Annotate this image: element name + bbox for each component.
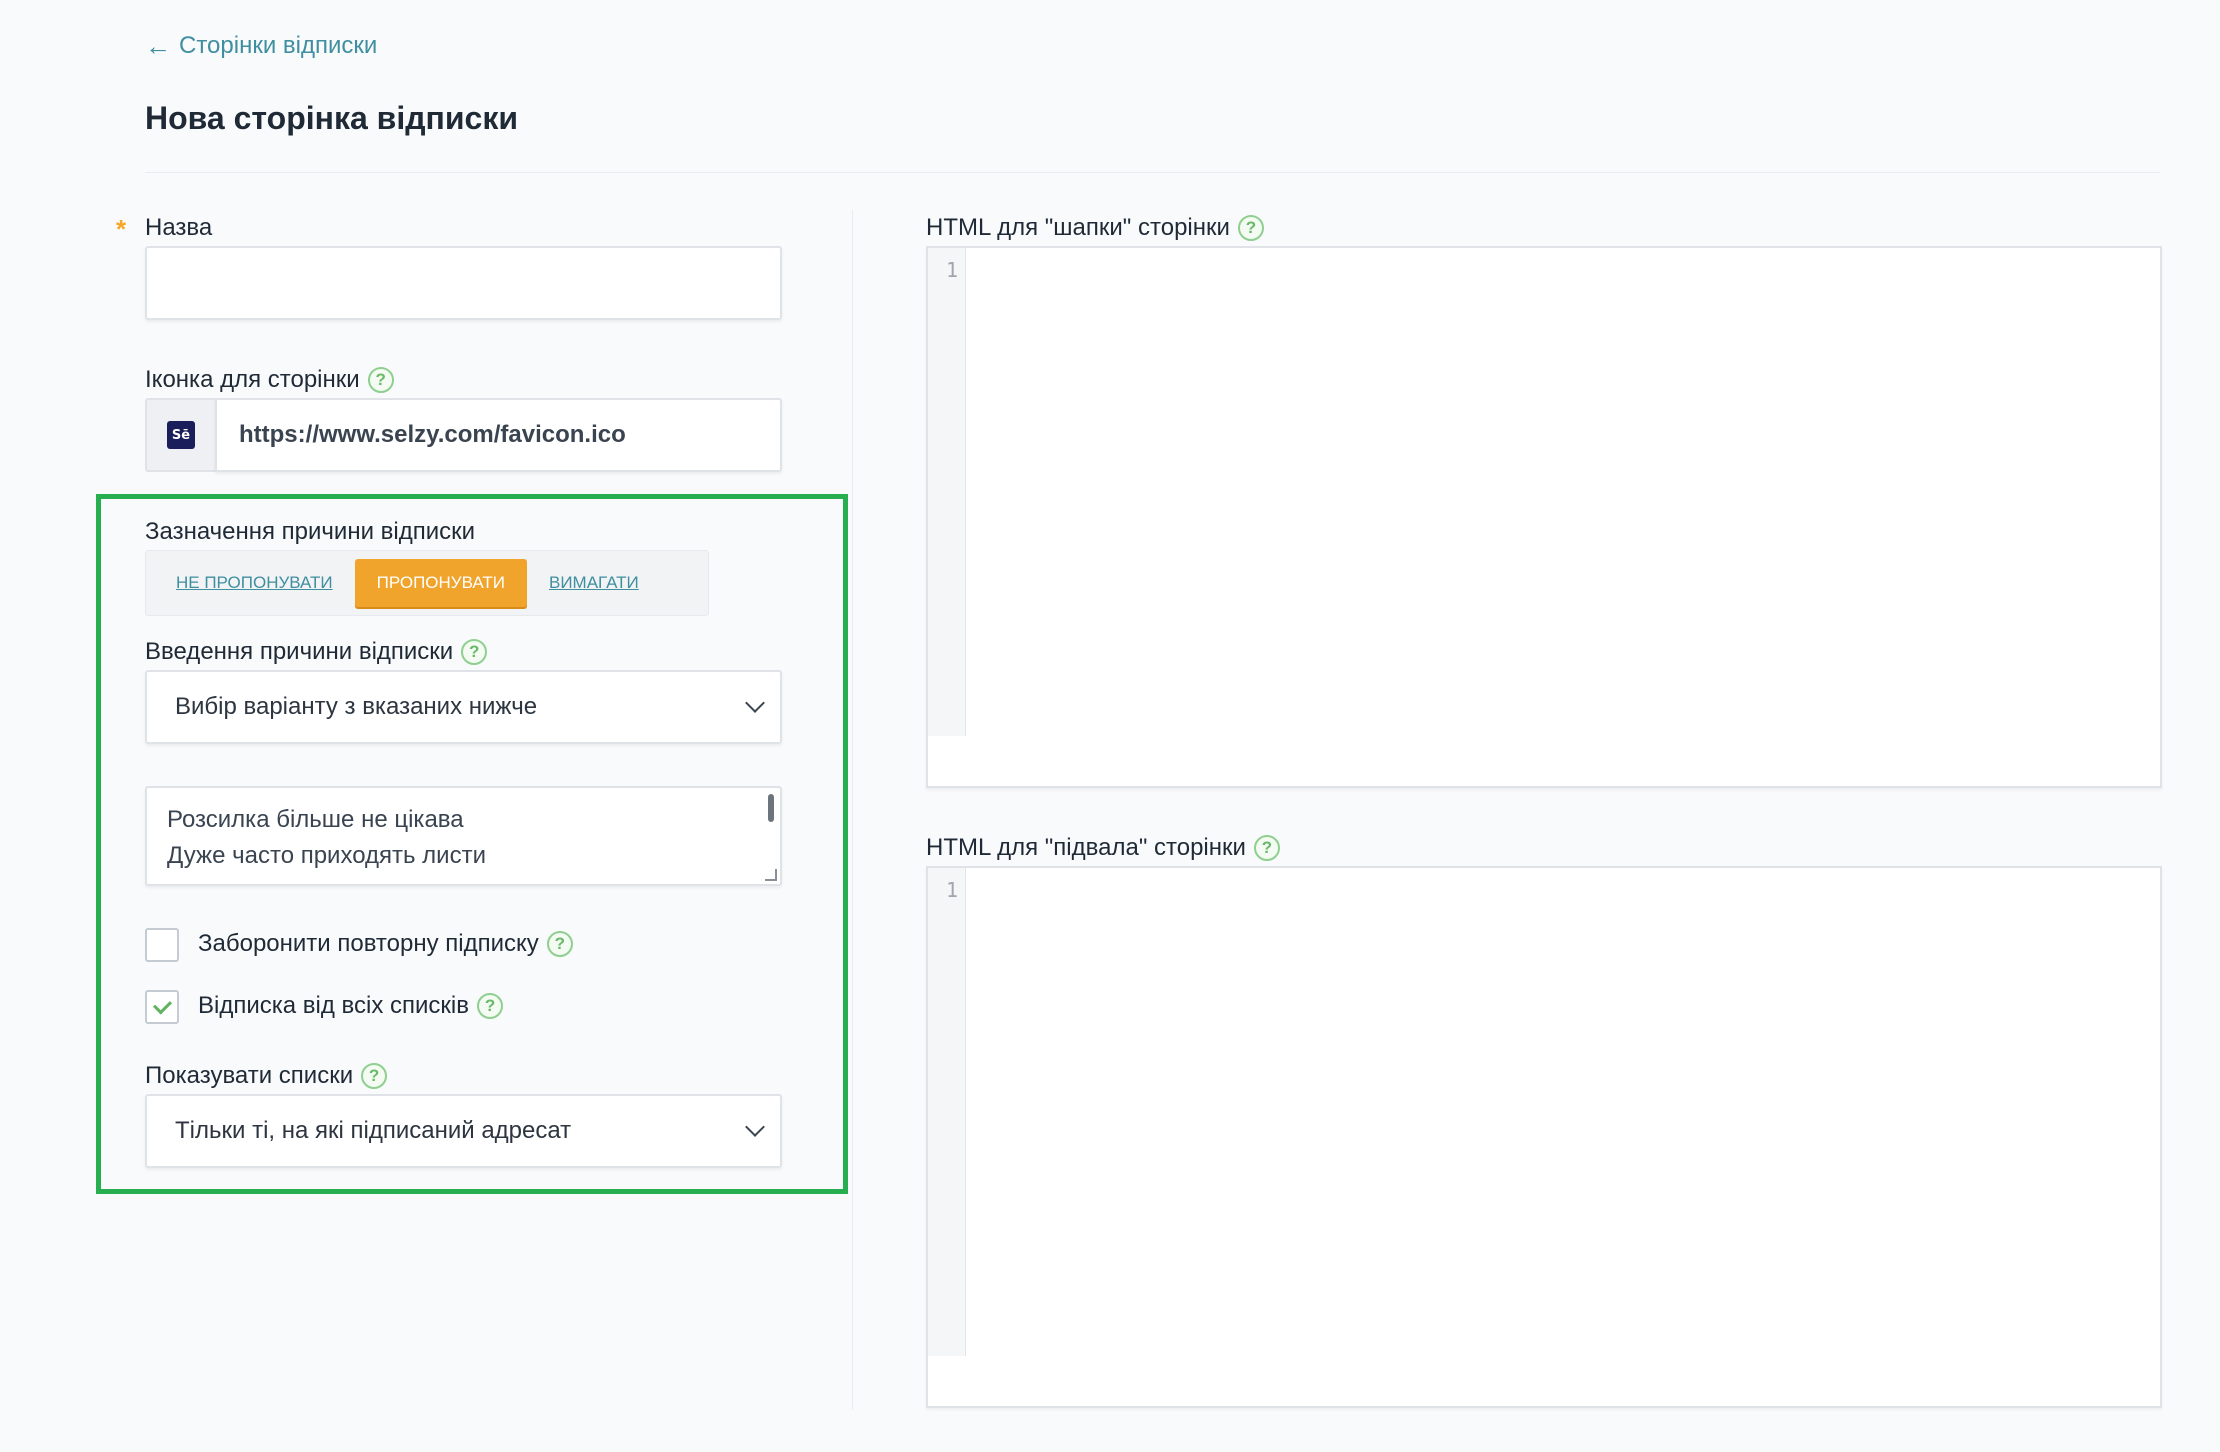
icon-label: Іконка для сторінки ? (145, 366, 394, 394)
reasons-textarea[interactable]: Розсилка більше не цікава Дуже часто при… (145, 786, 782, 886)
help-icon[interactable]: ? (461, 639, 488, 665)
header-html-editor[interactable]: 1 (926, 246, 2162, 788)
show-lists-label-text: Показувати списки (145, 1062, 354, 1089)
unsubscribe-all-checkbox[interactable] (145, 990, 179, 1024)
option-require[interactable]: ВИМАГАТИ (527, 559, 661, 607)
chevron-down-icon (745, 1117, 765, 1137)
back-link[interactable]: ← Сторінки відписки (145, 32, 377, 60)
selzy-logo-icon: Sē (167, 421, 195, 449)
line-gutter: 1 (928, 868, 966, 1356)
footer-html-label: HTML для "підвала" сторінки ? (926, 834, 1280, 862)
unsubscribe-all-label-text: Відписка від всіх списків (198, 992, 470, 1019)
page-title: Нова сторінка відписки (145, 100, 519, 136)
show-lists-label: Показувати списки ? (145, 1062, 388, 1090)
scrollbar-thumb[interactable] (768, 794, 774, 822)
reason-line: Дуже часто приходять листи (167, 842, 486, 869)
header-html-label: HTML для "шапки" сторінки ? (926, 214, 1264, 242)
name-label-text: Назва (145, 214, 213, 241)
forbid-resubscribe-checkbox[interactable] (145, 928, 179, 962)
help-icon[interactable]: ? (477, 993, 504, 1019)
header-html-label-text: HTML для "шапки" сторінки (926, 214, 1230, 241)
reason-mode-label: Зазначення причини відписки (145, 518, 475, 546)
help-icon[interactable]: ? (1237, 215, 1264, 241)
checkmark-icon (152, 995, 172, 1015)
back-link-label: Сторінки відписки (179, 32, 378, 59)
name-input[interactable] (145, 246, 782, 320)
show-lists-select[interactable]: Тільки ті, на які підписаний адресат (145, 1094, 782, 1168)
line-gutter: 1 (928, 248, 966, 736)
forbid-resubscribe-label: Заборонити повторну підписку ? (198, 930, 573, 958)
help-icon[interactable]: ? (1253, 835, 1280, 861)
required-mark: * (116, 214, 127, 244)
footer-html-label-text: HTML для "підвала" сторінки (926, 834, 1246, 861)
column-divider (852, 210, 853, 1410)
reason-mode-label-text: Зазначення причини відписки (145, 518, 476, 545)
chevron-down-icon (745, 693, 765, 713)
line-number: 1 (945, 878, 958, 902)
resize-handle-icon[interactable] (765, 869, 777, 881)
reason-input-select-value: Вибір варіанту з вказаних нижче (175, 693, 538, 720)
header-divider (145, 172, 2160, 173)
name-label: Назва (145, 214, 212, 242)
reason-input-label: Введення причини відписки ? (145, 638, 488, 666)
help-icon[interactable]: ? (367, 367, 394, 393)
help-icon[interactable]: ? (361, 1063, 388, 1089)
icon-url-input[interactable]: https://www.selzy.com/favicon.ico (215, 398, 782, 472)
show-lists-select-value: Тільки ті, на які підписаний адресат (175, 1117, 572, 1144)
arrow-left-icon: ← (145, 31, 171, 61)
favicon-preview: Sē (145, 398, 215, 472)
reason-input-label-text: Введення причини відписки (145, 638, 454, 665)
reason-input-select[interactable]: Вибір варіанту з вказаних нижче (145, 670, 782, 744)
forbid-resubscribe-label-text: Заборонити повторну підписку (198, 930, 539, 957)
line-number: 1 (945, 258, 958, 282)
footer-html-editor[interactable]: 1 (926, 866, 2162, 1408)
unsubscribe-all-label: Відписка від всіх списків ? (198, 992, 504, 1020)
reason-line: Розсилка більше не цікава (167, 806, 464, 833)
option-offer[interactable]: ПРОПОНУВАТИ (354, 559, 527, 607)
unsubscribe-page-editor: ← Сторінки відписки Нова сторінка відпис… (0, 0, 2220, 1452)
icon-label-text: Іконка для сторінки (145, 366, 360, 393)
help-icon[interactable]: ? (546, 931, 573, 957)
reason-mode-segmented-control: НЕ ПРОПОНУВАТИ ПРОПОНУВАТИ ВИМАГАТИ (145, 550, 709, 616)
option-do-not-offer[interactable]: НЕ ПРОПОНУВАТИ (154, 559, 355, 607)
